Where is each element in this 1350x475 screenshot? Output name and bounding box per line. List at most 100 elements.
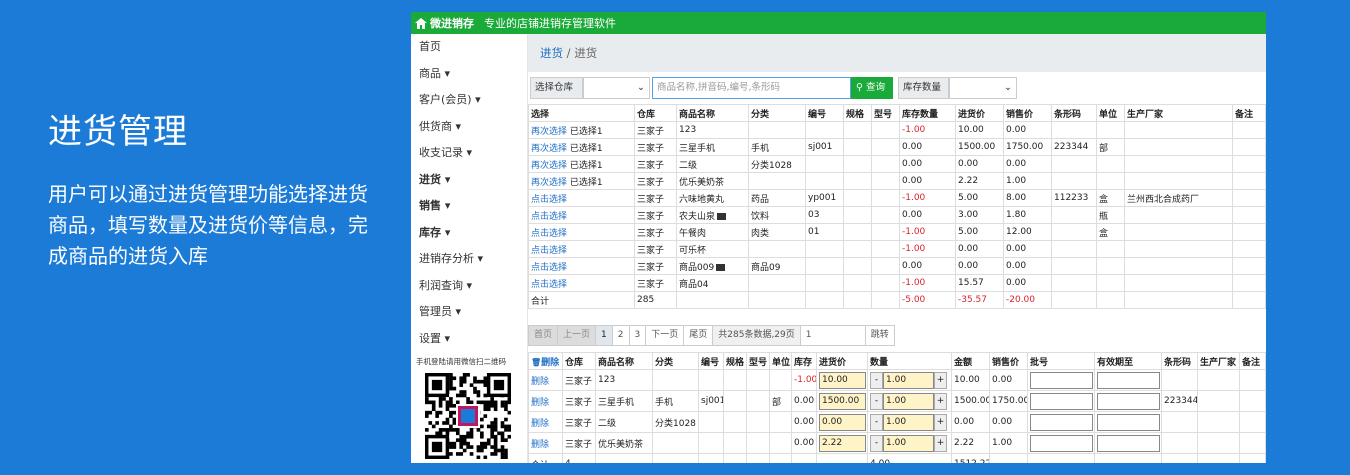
search-input[interactable]: 商品名称,拼音码,编号,条形码 [652,77,851,99]
batch-input[interactable] [1030,413,1093,431]
decrement-button[interactable]: - [870,392,883,410]
batch-input[interactable] [1030,392,1093,410]
cell-category [748,274,806,292]
quantity-stepper: -1.00 + [870,371,949,389]
column-header: 单位 [769,352,792,370]
pager-jump-button[interactable]: 跳转 [864,325,895,346]
delete-link[interactable]: 删除 [531,440,549,450]
column-header: 仓库 [562,352,596,370]
increment-button[interactable]: + [934,392,947,410]
pager-last[interactable]: 尾页 [683,325,714,346]
cost-input[interactable]: 0.00 [819,413,866,431]
select-link[interactable]: 点击选择 [531,229,567,239]
sidebar-item[interactable]: 设置 ▾ [411,326,527,353]
expiry-input[interactable] [1097,392,1160,410]
sidebar-item[interactable]: 利润查询 ▾ [411,273,527,300]
pager-next[interactable]: 下一页 [645,325,685,346]
sidebar-item[interactable]: 客户(会员) ▾ [411,87,527,114]
sidebar-item[interactable]: 收支记录 ▾ [411,140,527,167]
column-header: 库存 [791,352,817,370]
expiry-input[interactable] [1097,434,1160,452]
select-link[interactable]: 再次选择 [531,127,567,137]
query-button[interactable]: ⚲ 查询 [851,77,893,99]
select-link[interactable]: 再次选择 [531,178,567,188]
cell-stock: -1.00 [791,369,817,391]
cart-total-row: 合计4 4.001512.22 [528,453,1266,463]
sidebar-item[interactable]: 销售 ▾ [411,193,527,220]
breadcrumb-parent[interactable]: 进货 [540,46,563,60]
cost-input[interactable]: 2.22 [819,434,866,452]
batch-input[interactable] [1030,434,1093,452]
pager-page-input[interactable]: 1 [799,325,866,346]
cell-unit: 盒 [1096,189,1125,207]
cell-maker [1124,240,1233,258]
column-header: 编号 [698,352,724,370]
cell-maker [1124,138,1233,156]
select-link[interactable]: 点击选择 [531,212,567,222]
select-link[interactable]: 点击选择 [531,195,567,205]
column-header: 进货价 [955,104,1004,122]
product-row: 点击选择 三家子 六味地黄丸 药品 yp001 -1.00 5.00 8.00 112233 盒兰… [528,189,1266,207]
increment-button[interactable]: + [934,434,947,452]
column-header: 批号 [1027,352,1095,370]
product-row: 点击选择 三家子 农夫山泉 饮料 03 0.00 3.00 1.80 瓶 [528,206,1266,224]
cell-note [1232,274,1266,292]
image-icon[interactable] [717,212,727,220]
increment-button[interactable]: + [934,413,947,431]
delete-all-header[interactable]: 🗑删除 [528,352,563,370]
expiry-input[interactable] [1097,413,1160,431]
select-link[interactable]: 点击选择 [531,280,567,290]
cell-model [871,155,900,173]
cell-stock: -1.00 [899,223,956,241]
cell-maker [1124,257,1233,275]
sidebar-item[interactable]: 进销存分析 ▾ [411,246,527,273]
stock-select[interactable]: ⌄ [949,77,1017,99]
cost-input[interactable]: 10.00 [819,371,866,389]
delete-link[interactable]: 删除 [531,398,549,408]
product-total-row: 合计 285 -5.00 -35.57 -20.00 [528,291,1266,309]
batch-input[interactable] [1030,371,1093,389]
cell-category: 商品09 [748,257,806,275]
quantity-input[interactable]: 1.00 [883,371,934,389]
select-link[interactable]: 点击选择 [531,246,567,256]
expiry-input[interactable] [1097,371,1160,389]
sidebar-item[interactable]: 首页 [411,34,527,61]
decrement-button[interactable]: - [870,413,883,431]
quantity-input[interactable]: 1.00 [883,434,934,452]
cell-spec [843,155,872,173]
cell-select: 点击选择 [528,274,635,292]
cell-code [805,257,844,275]
select-link[interactable]: 再次选择 [531,161,567,171]
sidebar-item[interactable]: 进货 ▾ [411,167,527,194]
sidebar-item[interactable]: 管理员 ▾ [411,299,527,326]
cell-code [805,240,844,258]
quantity-input[interactable]: 1.00 [883,413,934,431]
pager-page-3[interactable]: 3 [628,325,647,346]
pager-prev[interactable]: 上一页 [557,325,597,346]
decrement-button[interactable]: - [870,434,883,452]
cell-maker [1197,432,1240,454]
quantity-input[interactable]: 1.00 [883,392,934,410]
pager-page-1[interactable]: 1 [595,325,613,346]
warehouse-select[interactable]: ⌄ [583,77,650,99]
cell-batch [1027,432,1095,454]
pager-first[interactable]: 首页 [528,325,559,346]
sidebar-item[interactable]: 供货商 ▾ [411,114,527,141]
cell-unit [1096,172,1125,190]
column-header: 分类 [652,352,699,370]
sidebar-nav: 首页 商品 ▾ 客户(会员) ▾ 供货商 ▾ 收支记录 ▾ 进货 ▾ 销售 ▾ 库存 ▾ 进销存… [411,34,527,352]
delete-link[interactable]: 删除 [531,377,549,387]
increment-button[interactable]: + [934,371,947,389]
cell-warehouse: 三家子 [634,240,677,258]
delete-link[interactable]: 删除 [531,419,549,429]
select-link[interactable]: 再次选择 [531,144,567,154]
sidebar-item[interactable]: 商品 ▾ [411,61,527,88]
image-icon[interactable] [716,263,726,271]
cost-input[interactable]: 1500.00 [819,392,866,410]
select-link[interactable]: 点击选择 [531,263,567,273]
sidebar-item[interactable]: 库存 ▾ [411,220,527,247]
decrement-button[interactable]: - [870,371,883,389]
column-header: 有效期至 [1094,352,1162,370]
brand[interactable]: 微进销存 [415,15,474,31]
pager-page-2[interactable]: 2 [611,325,630,346]
